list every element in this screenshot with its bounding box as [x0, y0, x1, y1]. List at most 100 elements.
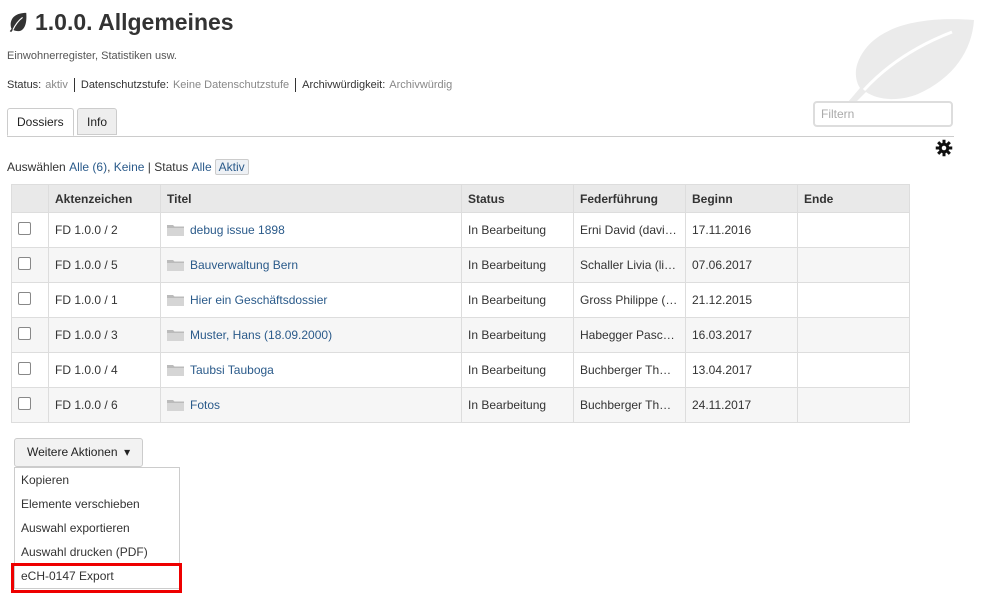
title-cell: debug issue 1898	[160, 212, 462, 248]
end-cell	[797, 282, 910, 318]
table-row[interactable]: FD 1.0.0 / 4 Taubsi Tauboga In Bearbeitu…	[11, 352, 910, 388]
select-label: Auswählen	[7, 160, 66, 174]
lead-cell: Habegger Pasc…	[573, 317, 686, 353]
menu-item-copy[interactable]: Kopieren	[15, 468, 179, 492]
end-cell	[797, 387, 910, 423]
status-cell: In Bearbeitung	[461, 387, 574, 423]
leaf-watermark	[848, 19, 974, 104]
caret-down-icon: ▾	[120, 445, 131, 459]
row-checkbox[interactable]	[18, 327, 31, 340]
row-checkbox-cell	[11, 387, 49, 423]
table-row[interactable]: FD 1.0.0 / 1 Hier ein Geschäftsdossier I…	[11, 282, 910, 318]
folder-icon	[167, 260, 184, 271]
leaf-icon	[9, 12, 27, 33]
archive-label: Archivwürdigkeit:	[302, 79, 386, 91]
folder-icon	[167, 330, 184, 341]
column-header-select	[11, 184, 49, 213]
column-header-lead[interactable]: Federführung	[573, 184, 686, 213]
reference-cell: FD 1.0.0 / 6	[48, 387, 161, 423]
row-checkbox[interactable]	[18, 362, 31, 375]
end-cell	[797, 352, 910, 388]
column-header-title[interactable]: Titel	[160, 184, 462, 213]
table-row[interactable]: FD 1.0.0 / 5 Bauverwaltung Bern In Bearb…	[11, 247, 910, 283]
reference-cell: FD 1.0.0 / 4	[48, 352, 161, 388]
lead-cell: Schaller Livia (li…	[573, 247, 686, 283]
reference-cell: FD 1.0.0 / 1	[48, 282, 161, 318]
title-cell: Bauverwaltung Bern	[160, 247, 462, 283]
row-checkbox[interactable]	[18, 397, 31, 410]
title-cell: Hier ein Geschäftsdossier	[160, 282, 462, 318]
status-cell: In Bearbeitung	[461, 352, 574, 388]
dossier-table: Aktenzeichen Titel Status Federführung B…	[11, 184, 910, 423]
menu-item-print-pdf[interactable]: Auswahl drucken (PDF)	[15, 540, 179, 564]
table-header-row: Aktenzeichen Titel Status Federführung B…	[11, 184, 910, 213]
start-cell: 24.11.2017	[685, 387, 798, 423]
tab-dossiers[interactable]: Dossiers	[7, 108, 74, 136]
start-cell: 21.12.2015	[685, 282, 798, 318]
folder-icon	[167, 365, 184, 376]
column-header-status[interactable]: Status	[461, 184, 574, 213]
start-cell: 13.04.2017	[685, 352, 798, 388]
folder-icon	[167, 400, 184, 411]
column-header-end[interactable]: Ende	[797, 184, 910, 213]
row-checkbox-cell	[11, 212, 49, 248]
end-cell	[797, 317, 910, 353]
column-header-reference[interactable]: Aktenzeichen	[48, 184, 161, 213]
metadata-bar: Status: aktiv Datenschutzstufe: Keine Da…	[7, 78, 452, 92]
actions-menu: Kopieren Elemente verschieben Auswahl ex…	[14, 467, 180, 589]
status-value: aktiv	[45, 79, 68, 91]
privacy-value: Keine Datenschutzstufe	[172, 79, 290, 91]
dossier-title-link[interactable]: debug issue 1898	[190, 223, 285, 237]
status-cell: In Bearbeitung	[461, 282, 574, 318]
status-filter-all[interactable]: Alle	[192, 160, 212, 174]
menu-item-export-selection[interactable]: Auswahl exportieren	[15, 516, 179, 540]
row-checkbox[interactable]	[18, 222, 31, 235]
row-checkbox[interactable]	[18, 257, 31, 270]
table-row[interactable]: FD 1.0.0 / 6 Fotos In Bearbeitung Buchbe…	[11, 387, 910, 423]
table-row[interactable]: FD 1.0.0 / 2 debug issue 1898 In Bearbei…	[11, 212, 910, 248]
page-title: 1.0.0. Allgemeines	[35, 8, 234, 35]
status-cell: In Bearbeitung	[461, 247, 574, 283]
start-cell: 17.11.2016	[685, 212, 798, 248]
lead-cell: Erni David (davi…	[573, 212, 686, 248]
divider	[73, 78, 75, 92]
archive-value: Archivwürdig	[389, 79, 453, 91]
page-header: 1.0.0. Allgemeines	[7, 6, 234, 38]
status-filter-active[interactable]: Aktiv	[214, 159, 249, 175]
column-header-start[interactable]: Beginn	[685, 184, 798, 213]
dossier-title-link[interactable]: Hier ein Geschäftsdossier	[190, 293, 327, 307]
menu-item-move[interactable]: Elemente verschieben	[15, 492, 179, 516]
selection-bar: Auswählen Alle (6), Keine | Status Alle …	[7, 159, 249, 175]
start-cell: 07.06.2017	[685, 247, 798, 283]
more-actions-button[interactable]: Weitere Aktionen ▾	[14, 438, 144, 467]
reference-cell: FD 1.0.0 / 2	[48, 212, 161, 248]
lead-text: Erni David (davi…	[580, 223, 677, 238]
select-all-link[interactable]: Alle (6)	[69, 160, 107, 174]
menu-item-ech-export[interactable]: eCH-0147 Export	[15, 564, 179, 588]
lead-cell: Buchberger Th…	[573, 352, 686, 388]
dossier-title-link[interactable]: Muster, Hans (18.09.2000)	[190, 328, 332, 342]
reference-cell: FD 1.0.0 / 3	[48, 317, 161, 353]
row-checkbox-cell	[11, 282, 49, 318]
select-none-link[interactable]: Keine	[114, 160, 145, 174]
status-filter-label: Status	[154, 160, 189, 174]
row-checkbox-cell	[11, 317, 49, 353]
row-checkbox[interactable]	[18, 292, 31, 305]
more-actions-label: Weitere Aktionen	[27, 445, 118, 459]
gear-icon[interactable]	[935, 139, 953, 157]
status-label: Status:	[7, 79, 42, 91]
lead-text: Buchberger Th…	[580, 363, 672, 378]
end-cell	[797, 212, 910, 248]
lead-text: Gross Philippe (…	[580, 293, 678, 308]
divider	[295, 78, 297, 92]
table-row[interactable]: FD 1.0.0 / 3 Muster, Hans (18.09.2000) I…	[11, 317, 910, 353]
row-checkbox-cell	[11, 352, 49, 388]
tab-info[interactable]: Info	[77, 108, 118, 135]
start-cell: 16.03.2017	[685, 317, 798, 353]
dossier-title-link[interactable]: Fotos	[190, 398, 220, 412]
dossier-title-link[interactable]: Bauverwaltung Bern	[190, 258, 298, 272]
title-cell: Muster, Hans (18.09.2000)	[160, 317, 462, 353]
lead-cell: Gross Philippe (…	[573, 282, 686, 318]
lead-text: Schaller Livia (li…	[580, 258, 677, 273]
dossier-title-link[interactable]: Taubsi Tauboga	[190, 363, 274, 377]
